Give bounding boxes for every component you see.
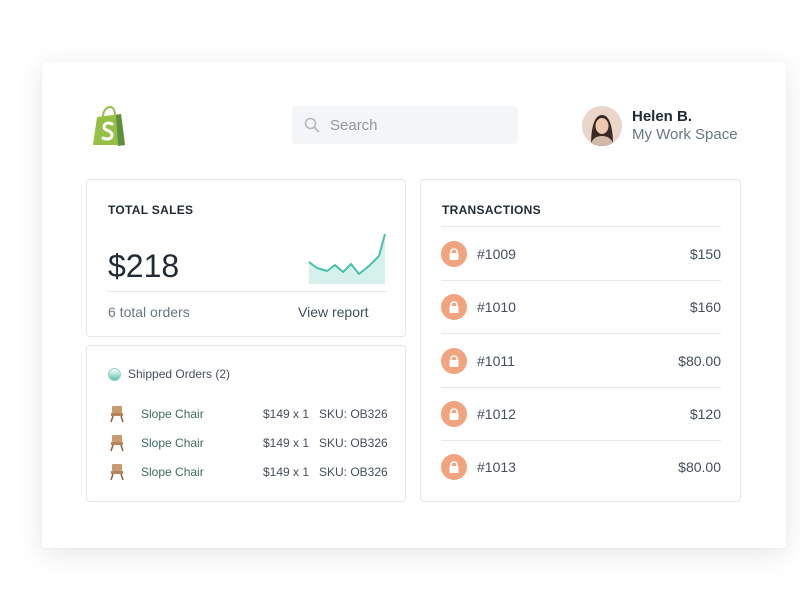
shipped-orders-header: Shipped Orders (2)	[108, 367, 230, 381]
transaction-row[interactable]: #1009 $150	[441, 240, 721, 268]
view-report-link[interactable]: View report	[298, 304, 369, 320]
transaction-id: #1012	[477, 406, 516, 422]
product-sku: SKU: OB326	[319, 407, 388, 421]
product-name[interactable]: Slope Chair	[141, 465, 263, 479]
transaction-row[interactable]: #1013 $80.00	[441, 453, 721, 481]
lock-icon	[441, 348, 467, 374]
divider	[441, 440, 721, 441]
user-menu[interactable]: Helen B. My Work Space	[582, 106, 738, 146]
transaction-amount: $80.00	[678, 353, 721, 369]
chair-icon	[110, 406, 124, 423]
lock-icon	[441, 241, 467, 267]
avatar[interactable]	[582, 106, 622, 146]
transaction-id: #1013	[477, 459, 516, 475]
product-price: $149 x 1	[263, 465, 310, 479]
transaction-amount: $150	[689, 246, 721, 262]
transaction-id: #1011	[477, 353, 515, 369]
product-price: $149 x 1	[263, 407, 310, 421]
transaction-amount: $120	[689, 406, 721, 422]
transaction-id: #1010	[477, 299, 516, 315]
product-sku: SKU: OB326	[319, 465, 388, 479]
transaction-amount: $80.00	[678, 459, 721, 475]
shipped-orders-title: Shipped Orders (2)	[128, 367, 231, 381]
search-input[interactable]	[330, 116, 500, 134]
shipped-order-row[interactable]: Slope Chair $149 x 1 SKU: OB326	[109, 462, 389, 482]
transaction-row[interactable]: #1011 $80.00	[441, 347, 721, 375]
product-price: $149 x 1	[263, 436, 310, 450]
workspace-name: My Work Space	[632, 126, 738, 143]
shipped-order-row[interactable]: Slope Chair $149 x 1 SKU: OB326	[109, 404, 389, 424]
transactions-panel: TRANSACTIONS #1009 $150 #1010 $160 #1011…	[420, 179, 741, 502]
chair-icon	[110, 464, 124, 481]
divider	[441, 280, 721, 281]
total-sales-panel: TOTAL SALES $218 6 total orders View rep…	[86, 179, 406, 337]
search-icon	[304, 117, 320, 133]
product-name[interactable]: Slope Chair	[141, 436, 263, 450]
sales-value: $218	[108, 248, 180, 284]
shipped-orders-panel: Shipped Orders (2) Slope Chair $149 x 1 …	[86, 345, 406, 502]
panel-title: TRANSACTIONS	[442, 203, 541, 217]
transaction-id: #1009	[477, 246, 516, 262]
divider	[441, 226, 721, 227]
search-bar[interactable]	[292, 106, 518, 144]
product-sku: SKU: OB326	[319, 436, 388, 450]
lock-icon	[441, 401, 467, 427]
divider	[441, 387, 721, 388]
divider	[107, 291, 387, 292]
lock-icon	[441, 294, 467, 320]
sales-sparkline	[308, 233, 386, 284]
transaction-amount: $160	[689, 299, 721, 315]
shipped-order-row[interactable]: Slope Chair $149 x 1 SKU: OB326	[109, 433, 389, 453]
shipped-status-icon	[108, 367, 121, 381]
transaction-row[interactable]: #1012 $120	[441, 400, 721, 428]
panel-title: TOTAL SALES	[108, 203, 194, 217]
avatar-image	[582, 106, 622, 146]
lock-icon	[441, 454, 467, 480]
transaction-row[interactable]: #1010 $160	[441, 293, 721, 321]
user-name: Helen B.	[632, 108, 693, 125]
chair-icon	[110, 435, 124, 452]
divider	[441, 333, 721, 334]
product-name[interactable]: Slope Chair	[141, 407, 263, 421]
total-orders: 6 total orders	[108, 304, 190, 320]
shopify-bag-icon[interactable]	[90, 105, 128, 147]
